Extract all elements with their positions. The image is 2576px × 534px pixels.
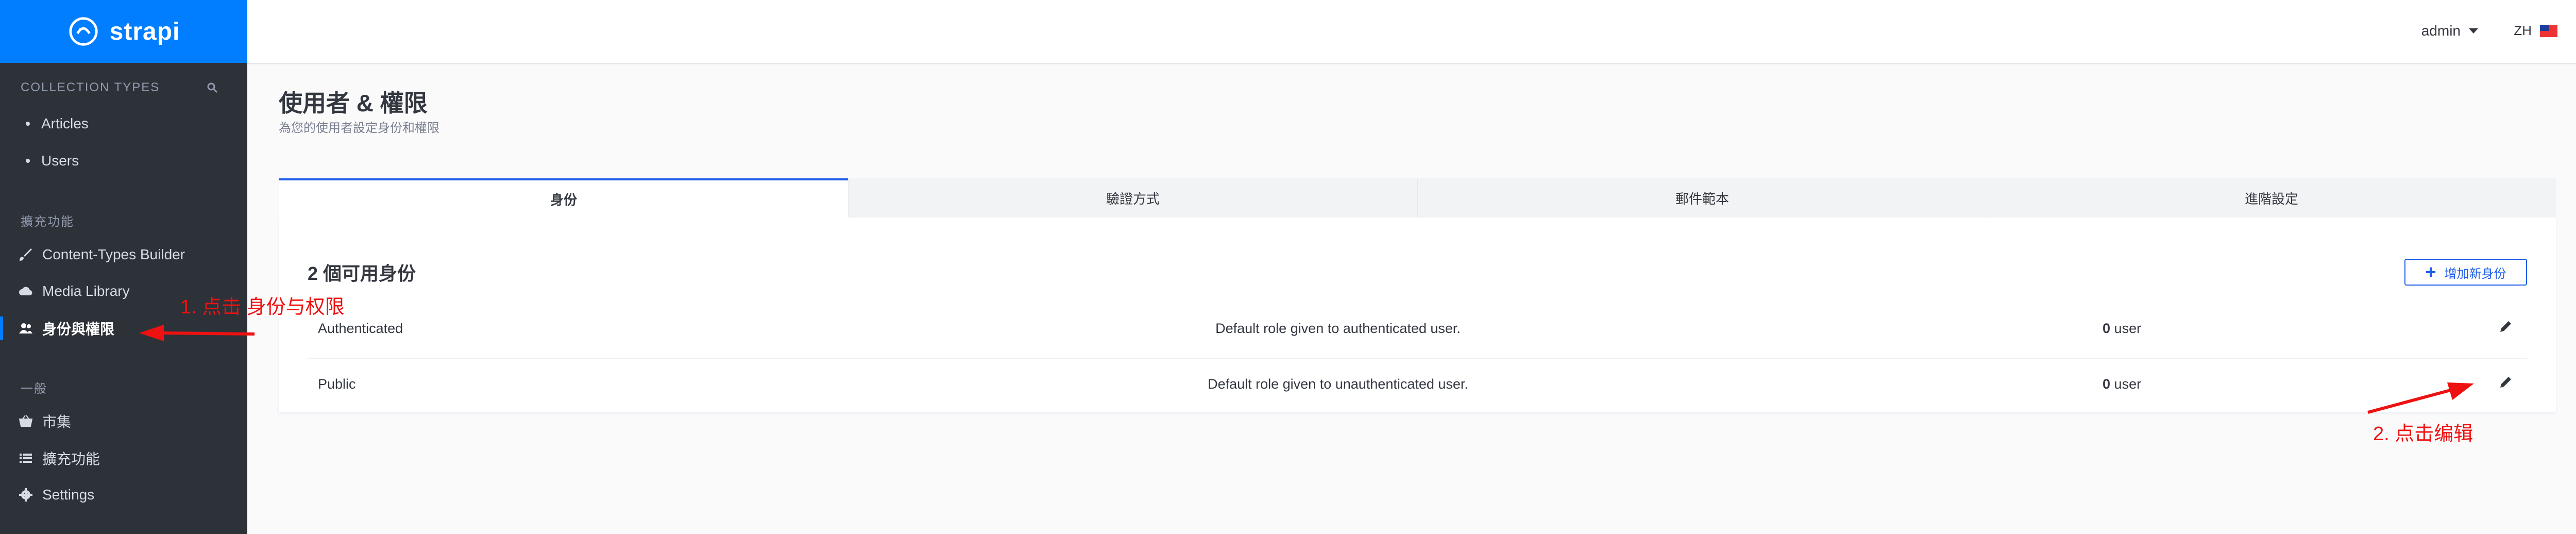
bullet-icon [26, 122, 30, 126]
annotation-step1: 1. 点击 身份与权限 [180, 296, 345, 318]
sidebar-item-users[interactable]: Users [19, 151, 79, 171]
sidebar-item-plugins[interactable]: 擴充功能 [19, 448, 100, 469]
sidebar-item-label: Settings [42, 487, 95, 503]
role-name: Authenticated [318, 321, 403, 336]
cloud-upload-icon [19, 287, 32, 296]
plus-icon: + [2425, 261, 2436, 282]
table-row[interactable]: Authenticated Default role given to auth… [308, 303, 2527, 359]
basket-icon [19, 415, 33, 427]
table-row[interactable]: Public Default role given to unauthentic… [308, 359, 2527, 413]
list-icon [20, 454, 32, 463]
sidebar-item-media-library[interactable]: Media Library [19, 281, 130, 302]
role-user-count: 0 user [2103, 376, 2142, 392]
paintbrush-icon [20, 248, 32, 261]
sidebar-item-label: Content-Types Builder [42, 246, 185, 262]
brand-header[interactable]: strapi [0, 0, 247, 63]
active-indicator [0, 316, 3, 340]
sidebar-item-label: Articles [41, 115, 89, 131]
pencil-icon[interactable] [2496, 318, 2515, 336]
chevron-down-icon [2469, 28, 2478, 34]
collection-types-heading: COLLECTION TYPES [21, 80, 160, 94]
strapi-logo-icon [69, 17, 98, 46]
sidebar-item-settings[interactable]: Settings [19, 485, 94, 505]
sidebar-item-label: 身份與權限 [42, 321, 115, 337]
username: admin [2421, 23, 2461, 39]
sidebar-item-articles[interactable]: Articles [19, 113, 89, 134]
sidebar-item-label: 擴充功能 [42, 451, 100, 467]
sidebar-item-content-types-builder[interactable]: Content-Types Builder [19, 244, 185, 265]
tab-providers[interactable]: 驗證方式 [848, 178, 1417, 218]
top-bar: admin ZH [247, 0, 2576, 64]
general-heading: 一般 [21, 382, 47, 396]
brand-name: strapi [109, 18, 180, 45]
roles-count-heading: 2 個可用身份 [308, 263, 416, 284]
search-icon[interactable] [206, 81, 218, 94]
roles-panel: 2 個可用身份 + 增加新身份 Authenticated Default ro… [279, 218, 2556, 412]
tab-bar: 身份 驗證方式 郵件範本 進階設定 [279, 178, 2556, 218]
sidebar-item-roles-permissions[interactable]: 身份與權限 [19, 318, 114, 339]
gear-icon [19, 488, 32, 502]
pencil-icon[interactable] [2496, 373, 2515, 392]
language-code: ZH [2514, 23, 2532, 38]
role-name: Public [318, 376, 356, 392]
sidebar: strapi COLLECTION TYPES Articles Users 擴… [0, 0, 247, 534]
add-role-label: 增加新身份 [2444, 266, 2506, 281]
plugins-heading: 擴充功能 [21, 215, 74, 229]
tab-advanced-settings[interactable]: 進階設定 [1987, 178, 2556, 218]
sidebar-item-marketplace[interactable]: 市集 [19, 411, 71, 431]
language-switcher[interactable]: ZH [2514, 23, 2557, 39]
tab-email-templates[interactable]: 郵件範本 [1417, 178, 1987, 218]
page-title: 使用者 & 權限 [279, 90, 428, 116]
page-subtitle: 為您的使用者設定身份和權限 [279, 121, 439, 135]
sidebar-item-label: 市集 [42, 414, 72, 430]
annotation-arrow-1 [139, 325, 255, 341]
taiwan-flag-icon [2540, 24, 2557, 37]
role-description: Default role given to unauthenticated us… [1208, 376, 1468, 392]
annotation-step2: 2. 点击编辑 [2373, 423, 2473, 445]
annotation-arrow-2 [2367, 382, 2474, 414]
sidebar-item-label: Users [41, 153, 79, 169]
role-user-count: 0 user [2103, 321, 2142, 336]
add-role-button[interactable]: + 增加新身份 [2404, 259, 2527, 286]
user-menu[interactable]: admin [2421, 23, 2478, 39]
role-description: Default role given to authenticated user… [1215, 321, 1461, 336]
bullet-icon [26, 159, 30, 163]
tab-roles[interactable]: 身份 [279, 178, 848, 218]
sidebar-item-label: Media Library [42, 283, 130, 299]
users-icon [19, 323, 32, 333]
